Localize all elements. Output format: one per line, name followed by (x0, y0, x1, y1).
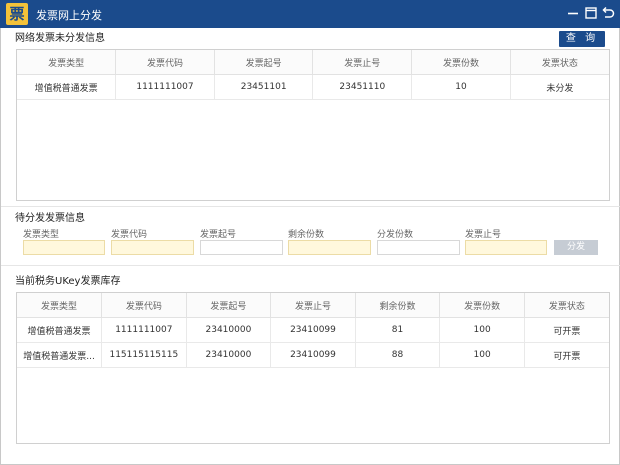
column-header[interactable]: 发票止号 (312, 50, 413, 75)
start-number-input[interactable] (201, 241, 282, 254)
invoice-code-input[interactable] (112, 241, 193, 254)
cell-status: 可开票 (524, 342, 609, 368)
column-header[interactable]: 发票代码 (115, 50, 215, 75)
distribute-count-field[interactable] (377, 240, 460, 255)
pending-section-title: 待分发发票信息 (15, 213, 85, 224)
network-section-title: 网络发票未分发信息 (15, 33, 105, 44)
app-logo-icon: 票 (6, 3, 28, 25)
column-header[interactable]: 发票状态 (524, 293, 609, 318)
distribute-button[interactable]: 分发 (554, 240, 598, 255)
end-number-input[interactable] (466, 241, 546, 254)
column-header[interactable]: 发票起号 (186, 293, 272, 318)
cell-remaining: 81 (355, 317, 441, 343)
column-header[interactable]: 发票份数 (411, 50, 511, 75)
cell-invoice-code: 1111111007 (115, 74, 215, 100)
maximize-icon[interactable] (582, 4, 600, 22)
main-panel: 网络发票未分发信息 查 询 发票类型 发票代码 发票起号 发票止号 发票份数 发… (0, 28, 620, 465)
field-label-start-number: 发票起号 (200, 230, 237, 240)
cell-end-number: 23410099 (270, 342, 356, 368)
start-number-field[interactable] (200, 240, 283, 255)
section-divider (1, 206, 620, 207)
table-row[interactable]: 增值税普通发票 1111111007 23410000 23410099 81 … (17, 317, 609, 343)
invoice-type-field[interactable] (23, 240, 105, 255)
end-number-field[interactable] (465, 240, 547, 255)
cell-invoice-type: 增值税普通发票... (17, 342, 103, 368)
back-icon[interactable] (599, 4, 617, 22)
cell-invoice-type: 增值税普通发票 (17, 317, 103, 343)
field-label-end-number: 发票止号 (465, 230, 502, 240)
title-bar: 票 发票网上分发 (0, 0, 620, 28)
column-header[interactable]: 发票状态 (510, 50, 609, 75)
column-header[interactable]: 剩余份数 (355, 293, 441, 318)
column-header[interactable]: 发票代码 (101, 293, 187, 318)
field-label-remaining: 剩余份数 (288, 230, 325, 240)
stock-table: 发票类型 发票代码 发票起号 发票止号 剩余份数 发票份数 发票状态 增值税普通… (16, 292, 610, 444)
cell-start-number: 23410000 (186, 342, 272, 368)
cell-status: 未分发 (510, 74, 609, 100)
field-label-distribute-count: 分发份数 (377, 230, 414, 240)
field-label-invoice-type: 发票类型 (23, 230, 60, 240)
column-header[interactable]: 发票类型 (17, 293, 103, 318)
cell-count: 10 (411, 74, 511, 100)
invoice-type-input[interactable] (24, 241, 104, 254)
cell-end-number: 23451110 (312, 74, 413, 100)
remaining-count-field[interactable] (288, 240, 371, 255)
cell-invoice-code: 115115115115 (101, 342, 187, 368)
remaining-count-input[interactable] (289, 241, 370, 254)
column-header[interactable]: 发票止号 (270, 293, 356, 318)
cell-invoice-code: 1111111007 (101, 317, 187, 343)
invoice-code-field[interactable] (111, 240, 194, 255)
column-header[interactable]: 发票起号 (214, 50, 314, 75)
stock-section-title: 当前税务UKey发票库存 (15, 276, 121, 287)
minimize-icon[interactable] (564, 4, 582, 22)
cell-invoice-type: 增值税普通发票 (17, 74, 117, 100)
distribute-count-input[interactable] (378, 241, 459, 254)
window-title: 发票网上分发 (36, 9, 102, 22)
cell-end-number: 23410099 (270, 317, 356, 343)
table-row[interactable]: 增值税普通发票... 115115115115 23410000 2341009… (17, 342, 609, 368)
column-header[interactable]: 发票份数 (439, 293, 525, 318)
cell-status: 可开票 (524, 317, 609, 343)
network-table: 发票类型 发票代码 发票起号 发票止号 发票份数 发票状态 增值税普通发票 11… (16, 49, 610, 201)
cell-count: 100 (439, 317, 525, 343)
cell-start-number: 23451101 (214, 74, 314, 100)
network-table-header: 发票类型 发票代码 发票起号 发票止号 发票份数 发票状态 (17, 50, 609, 75)
table-row[interactable]: 增值税普通发票 1111111007 23451101 23451110 10 … (17, 74, 609, 100)
column-header[interactable]: 发票类型 (17, 50, 117, 75)
field-label-invoice-code: 发票代码 (111, 230, 148, 240)
query-button[interactable]: 查 询 (559, 31, 605, 47)
cell-remaining: 88 (355, 342, 441, 368)
stock-table-header: 发票类型 发票代码 发票起号 发票止号 剩余份数 发票份数 发票状态 (17, 293, 609, 318)
section-divider (1, 265, 620, 266)
cell-count: 100 (439, 342, 525, 368)
cell-start-number: 23410000 (186, 317, 272, 343)
